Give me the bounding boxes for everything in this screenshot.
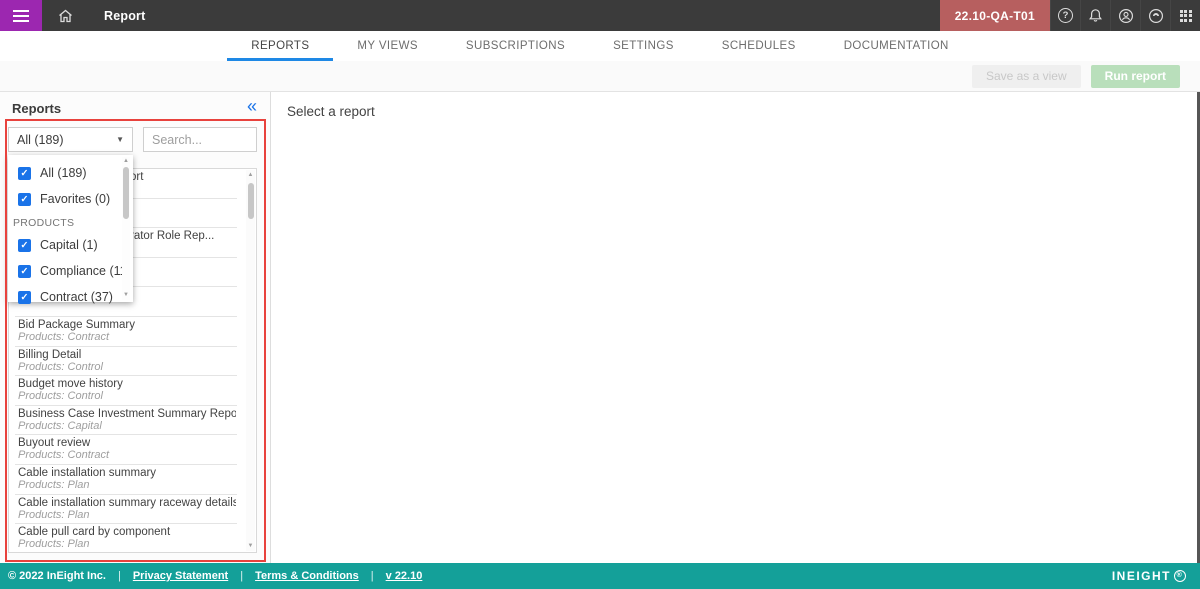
action-toolbar: Save as a view Run report — [0, 61, 1200, 92]
app-title: Report — [88, 0, 145, 31]
sidebar-title: Reports — [12, 101, 61, 116]
filter-option-all-189-[interactable]: ✓ All (189) — [8, 160, 133, 186]
filter-dropdown[interactable]: All (189) ▼ — [8, 127, 133, 152]
chevron-down-icon: ▼ — [116, 135, 124, 144]
report-title: Buyout review — [18, 437, 236, 449]
report-title: Cable installation summary — [18, 467, 236, 479]
report-products-subtitle: Products: Contract — [18, 331, 236, 343]
report-list-item[interactable]: Cable pull card by componentProducts: Pl… — [9, 524, 256, 553]
filter-option-compliance-11-[interactable]: ✓ Compliance (11) — [8, 258, 133, 284]
help-icon: ? — [1058, 8, 1073, 23]
tab-subscriptions[interactable]: SUBSCRIPTIONS — [442, 31, 589, 61]
account-button[interactable] — [1110, 0, 1140, 31]
dropdown-scrollbar[interactable]: ▲ ▼ — [122, 157, 130, 300]
home-icon — [58, 9, 73, 23]
notifications-button[interactable] — [1080, 0, 1110, 31]
tab-my-views[interactable]: MY VIEWS — [333, 31, 442, 61]
report-list-item[interactable]: Bid Package SummaryProducts: Contract — [9, 317, 256, 347]
user-account-icon — [1118, 8, 1134, 24]
report-list-item[interactable]: Budget move historyProducts: Control — [9, 376, 256, 406]
scroll-up-icon[interactable]: ▲ — [246, 170, 255, 180]
footer-separator: | — [118, 570, 121, 582]
filter-option-capital-1-[interactable]: ✓ Capital (1) — [8, 232, 133, 258]
apps-button[interactable] — [1170, 0, 1200, 31]
filter-option-contract-37-[interactable]: ✓ Contract (37) — [8, 284, 133, 310]
scrollbar-thumb[interactable] — [248, 183, 254, 219]
footer-separator: | — [371, 570, 374, 582]
filter-option-label: Capital (1) — [40, 238, 98, 252]
report-list-scrollbar[interactable]: ▲ ▼ — [246, 170, 255, 551]
reports-sidebar: Reports « All (189) ▼ ortrator Role Rep.… — [0, 92, 270, 563]
apps-grid-icon — [1180, 10, 1192, 22]
tab-documentation[interactable]: DOCUMENTATION — [820, 31, 973, 61]
ineight-logo-mark: ® — [1174, 570, 1186, 582]
report-title: Cable pull card by component — [18, 526, 236, 538]
filter-dropdown-menu: ✓ All (189) ✓ Favorites (0) PRODUCTS ✓ Capital… — [8, 155, 133, 302]
report-list-item[interactable]: Cable installation summaryProducts: Plan — [9, 465, 256, 495]
footer-separator: | — [240, 570, 243, 582]
checkbox-checked-icon[interactable]: ✓ — [18, 265, 31, 278]
filter-option-favorites-0-[interactable]: ✓ Favorites (0) — [8, 186, 133, 212]
scroll-up-icon[interactable]: ▲ — [122, 157, 130, 166]
environment-badge: 22.10-QA-T01 — [940, 0, 1050, 31]
ineight-logo: INEIGHT ® — [1112, 569, 1200, 583]
main-report-area: Select a report — [271, 92, 1197, 563]
report-list-item[interactable]: Buyout reviewProducts: Contract — [9, 435, 256, 465]
content-area: Reports « All (189) ▼ ortrator Role Rep.… — [0, 92, 1200, 563]
report-products-subtitle: Products: Control — [18, 390, 236, 402]
bell-icon — [1088, 8, 1103, 23]
collapse-panel-icon[interactable]: « — [247, 96, 257, 117]
tab-schedules[interactable]: SCHEDULES — [698, 31, 820, 61]
footer-links: | Privacy Statement | Terms & Conditions | v … — [106, 570, 422, 582]
report-title: Budget move history — [18, 378, 236, 390]
report-title: Business Case Investment Summary Report — [18, 408, 236, 420]
filter-option-label: All (189) — [40, 166, 87, 180]
ineight-logo-text: INEIGHT — [1112, 569, 1171, 583]
checkbox-checked-icon[interactable]: ✓ — [18, 193, 31, 206]
checkbox-checked-icon[interactable]: ✓ — [18, 167, 31, 180]
report-products-subtitle: Products: Control — [18, 361, 236, 373]
top-bar: Report 22.10-QA-T01 ? — [0, 0, 1200, 31]
top-bar-right: 22.10-QA-T01 ? — [940, 0, 1200, 31]
report-list-item[interactable]: Business Case Investment Summary ReportP… — [9, 406, 256, 436]
report-products-subtitle: Products: Plan — [18, 509, 236, 521]
save-as-view-button[interactable]: Save as a view — [972, 65, 1081, 88]
report-title: Bid Package Summary — [18, 319, 236, 331]
report-app-window: Report 22.10-QA-T01 ? — [0, 0, 1200, 589]
report-title: Cable installation summary raceway detai… — [18, 497, 236, 509]
report-title: Billing Detail — [18, 349, 236, 361]
scrollbar-thumb[interactable] — [123, 167, 129, 219]
nav-tab-bar: REPORTSMY VIEWSSUBSCRIPTIONSSETTINGSSCHE… — [0, 31, 1200, 61]
report-products-subtitle: Products: Capital — [18, 420, 236, 432]
filter-option-label: Compliance (11) — [40, 264, 131, 278]
tab-settings[interactable]: SETTINGS — [589, 31, 698, 61]
search-input[interactable] — [143, 127, 257, 152]
checkbox-checked-icon[interactable]: ✓ — [18, 291, 31, 304]
report-products-subtitle: Products: Plan — [18, 479, 236, 491]
filter-dropdown-value: All (189) — [17, 133, 64, 147]
home-button[interactable] — [42, 0, 88, 31]
report-list-item[interactable]: Billing DetailProducts: Control — [9, 347, 256, 377]
footer-link-v-22-10[interactable]: v 22.10 — [386, 570, 423, 582]
copyright-text: © 2022 InEight Inc. — [0, 570, 106, 582]
report-list-item[interactable]: Cable installation summary raceway detai… — [9, 495, 256, 525]
report-products-subtitle: Products: Contract — [18, 449, 236, 461]
footer-bar: © 2022 InEight Inc. | Privacy Statement | T… — [0, 563, 1200, 589]
scroll-down-icon[interactable]: ▼ — [122, 291, 130, 300]
tab-reports[interactable]: REPORTS — [227, 31, 333, 61]
menu-section-header: PRODUCTS — [8, 212, 133, 232]
scroll-down-icon[interactable]: ▼ — [246, 541, 255, 551]
footer-link-privacy-statement[interactable]: Privacy Statement — [133, 570, 228, 582]
globe-icon — [1148, 8, 1164, 24]
run-report-button[interactable]: Run report — [1091, 65, 1180, 88]
cloud-platform-button[interactable] — [1140, 0, 1170, 31]
help-button[interactable]: ? — [1050, 0, 1080, 31]
filter-option-label: Favorites (0) — [40, 192, 110, 206]
hamburger-menu-button[interactable] — [0, 0, 42, 31]
empty-state-text: Select a report — [287, 104, 375, 119]
footer-link-terms-conditions[interactable]: Terms & Conditions — [255, 570, 359, 582]
filter-option-label: Contract (37) — [40, 290, 113, 304]
checkbox-checked-icon[interactable]: ✓ — [18, 239, 31, 252]
report-products-subtitle: Products: Plan — [18, 538, 236, 550]
